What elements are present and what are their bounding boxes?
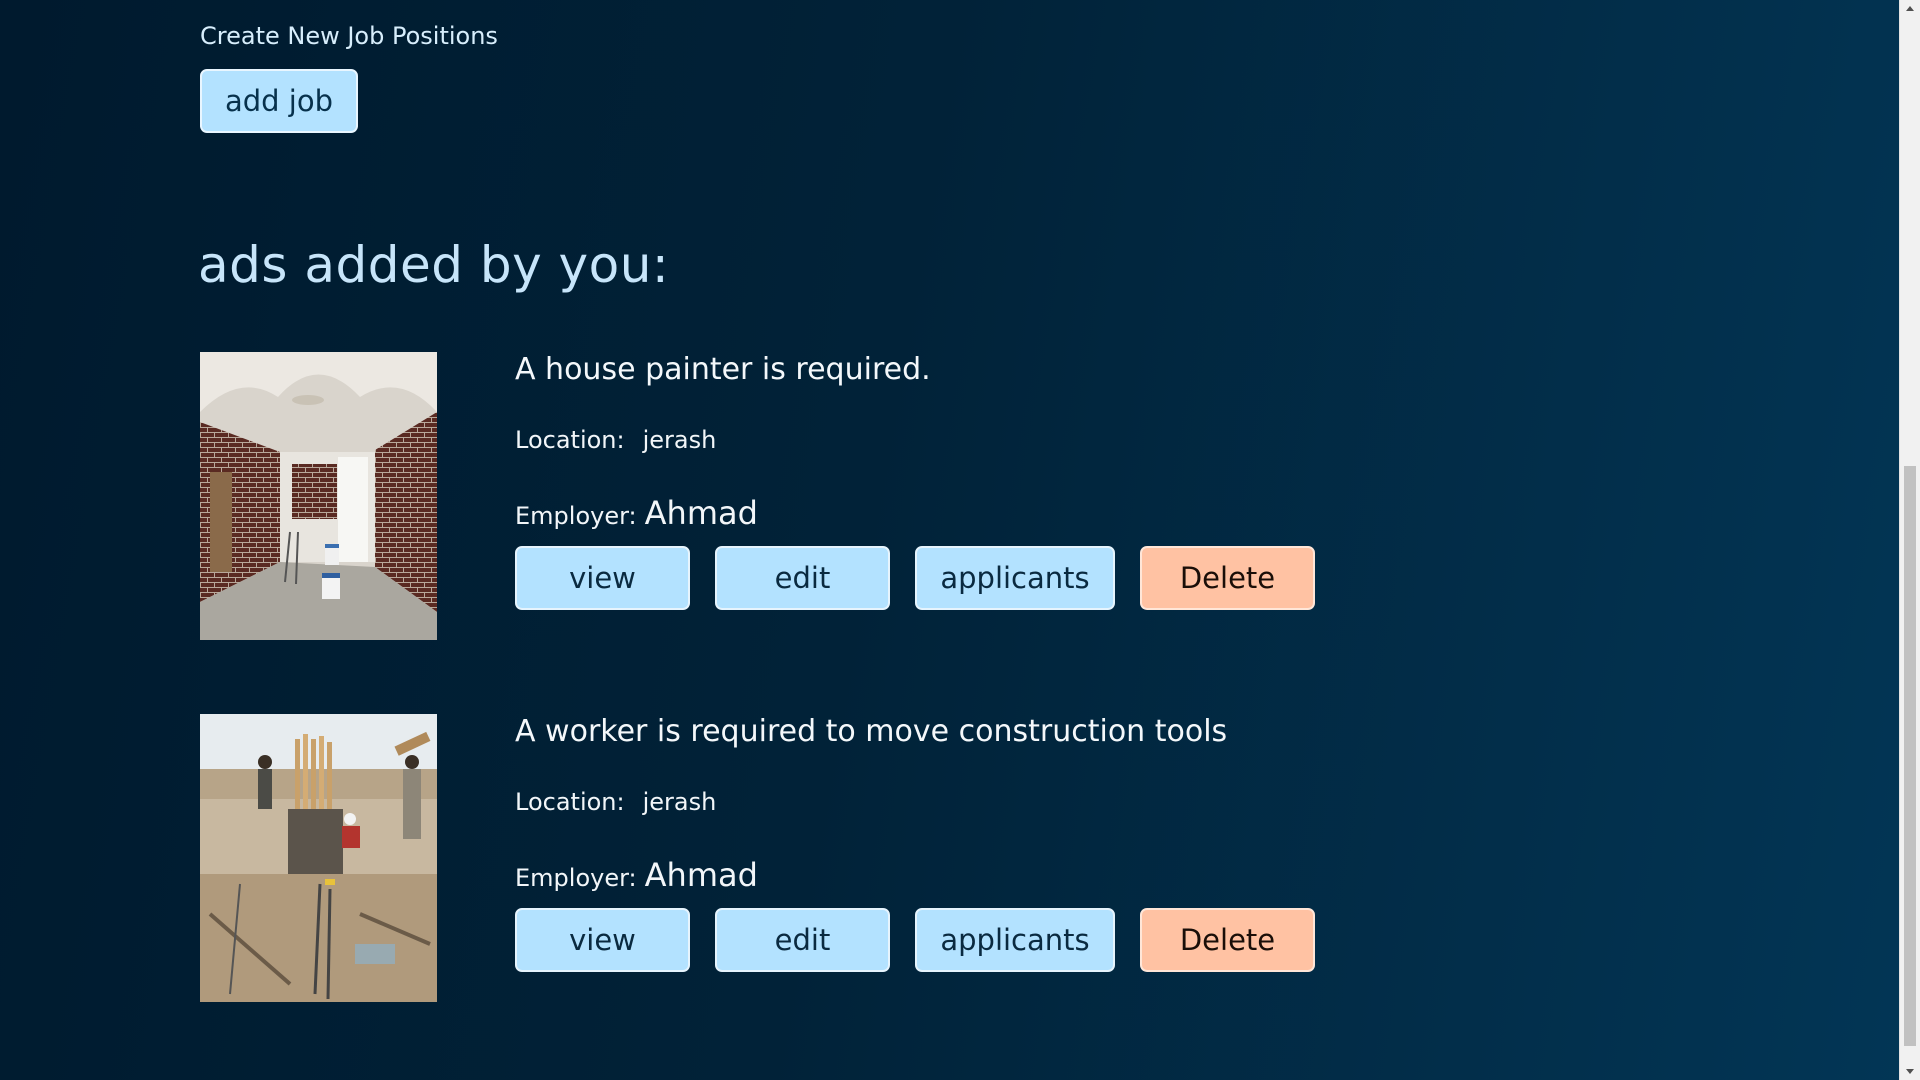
- ad-card-house-painter: A house painter is required. Location: je…: [200, 352, 1400, 642]
- page: Create New Job Positions add job ads add…: [0, 0, 1899, 1080]
- vertical-scrollbar[interactable]: [1899, 0, 1920, 1080]
- scroll-up-arrow[interactable]: [1900, 0, 1920, 17]
- edit-button[interactable]: edit: [715, 546, 890, 610]
- ad-location: Location: jerash: [515, 426, 716, 454]
- location-value: jerash: [642, 788, 717, 816]
- delete-button[interactable]: Delete: [1140, 546, 1315, 610]
- scroll-down-arrow[interactable]: [1900, 1063, 1920, 1080]
- edit-button[interactable]: edit: [715, 908, 890, 972]
- location-value: jerash: [642, 426, 717, 454]
- triangle-up-icon: [1906, 6, 1914, 11]
- section-heading: ads added by you:: [198, 236, 670, 294]
- scrollbar-thumb[interactable]: [1904, 466, 1916, 1046]
- employer-label: Employer:: [515, 502, 637, 530]
- employer-label: Employer:: [515, 864, 637, 892]
- applicants-button[interactable]: applicants: [915, 546, 1115, 610]
- ad-image-house-interior: [200, 352, 437, 640]
- ad-card-construction-worker: A worker is required to move constructio…: [200, 714, 1400, 1004]
- ad-title: A worker is required to move constructio…: [515, 714, 1228, 749]
- location-label: Location:: [515, 426, 625, 454]
- add-job-button[interactable]: add job: [200, 69, 358, 133]
- view-button[interactable]: view: [515, 908, 690, 972]
- employer-value: Ahmad: [644, 856, 758, 894]
- applicants-button[interactable]: applicants: [915, 908, 1115, 972]
- triangle-down-icon: [1906, 1069, 1914, 1074]
- ad-image-construction-site: [200, 714, 437, 1002]
- ad-title: A house painter is required.: [515, 352, 931, 387]
- create-job-label: Create New Job Positions: [200, 22, 498, 50]
- view-button[interactable]: view: [515, 546, 690, 610]
- employer-value: Ahmad: [644, 494, 758, 532]
- delete-button[interactable]: Delete: [1140, 908, 1315, 972]
- ad-employer: Employer: Ahmad: [515, 494, 758, 532]
- ad-location: Location: jerash: [515, 788, 716, 816]
- location-label: Location:: [515, 788, 625, 816]
- ad-employer: Employer: Ahmad: [515, 856, 758, 894]
